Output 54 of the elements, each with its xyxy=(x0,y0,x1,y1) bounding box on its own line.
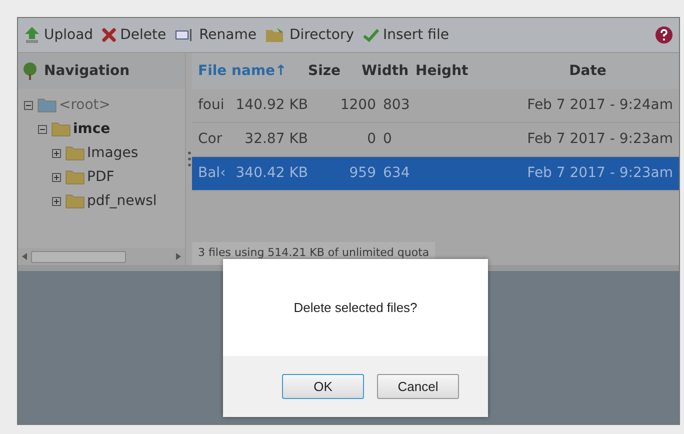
upload-arrow-icon xyxy=(24,26,40,44)
horizontal-scrollbar[interactable] xyxy=(18,248,185,265)
table-cell-text: foui xyxy=(198,96,226,115)
table-cell-text: 140.92 KB xyxy=(234,96,308,115)
dialog-message: Delete selected files? xyxy=(294,298,418,317)
table-cell-text: Bal‹ xyxy=(198,164,227,183)
column-header[interactable]: Date xyxy=(496,60,679,82)
folder-icon xyxy=(65,193,85,209)
table-cell-text: Feb 7 2017 - 9:24am xyxy=(526,96,674,115)
collapse-toggle-icon[interactable] xyxy=(38,124,47,134)
toolbar-button[interactable]: Delete xyxy=(102,24,166,46)
scroll-left-icon[interactable] xyxy=(22,253,27,260)
toolbar-button[interactable]: Rename xyxy=(175,24,256,46)
file-row[interactable]: foui 140.92 KB 1200 803 Feb 7 2017 - 9:24am xyxy=(192,89,679,123)
dialog-button[interactable]: Cancel xyxy=(377,374,459,399)
table-cell-text: 340.42 KB xyxy=(234,164,308,183)
toolbar-button[interactable]: Insert file xyxy=(363,24,449,46)
column-header[interactable]: Width xyxy=(340,60,409,82)
resize-handle-icon[interactable] xyxy=(188,150,190,168)
table-cell-text: 1200 xyxy=(339,96,376,115)
table-cell-text: Feb 7 2017 - 9:23am xyxy=(526,130,674,149)
table-cell-text: 0 xyxy=(366,130,376,149)
table-cell-text: 32.87 KB xyxy=(244,130,308,149)
toolbar-button[interactable]: Directory xyxy=(265,24,354,46)
folder-icon xyxy=(37,97,57,113)
folder-name[interactable]: pdf_newsl xyxy=(87,190,157,212)
expand-toggle-icon[interactable] xyxy=(52,196,61,206)
folder-name[interactable]: Images xyxy=(87,142,138,164)
table-cell-text: 0 xyxy=(382,130,393,149)
scroll-right-icon[interactable] xyxy=(176,253,181,260)
folder-icon xyxy=(65,169,85,185)
folder-icon xyxy=(51,121,71,137)
table-cell-text: 803 xyxy=(382,96,411,115)
dialog-button[interactable]: OK xyxy=(282,374,364,399)
folder-icon xyxy=(265,27,286,43)
column-header[interactable]: Height xyxy=(408,60,497,82)
tree-icon xyxy=(22,62,38,80)
file-row[interactable]: Bal‹ 340.42 KB 959 634 Feb 7 2017 - 9:23am xyxy=(192,157,679,191)
column-header[interactable]: Size xyxy=(308,60,341,82)
help-icon[interactable] xyxy=(655,26,673,44)
panel-title: Navigation xyxy=(44,62,130,80)
expand-toggle-icon[interactable] xyxy=(52,172,61,182)
folder-icon xyxy=(65,145,85,161)
table-cell-text: Feb 7 2017 - 9:23am xyxy=(526,164,674,183)
delete-icon xyxy=(102,28,116,42)
checkmark-icon xyxy=(363,28,380,42)
table-cell-text: Cor xyxy=(198,130,224,149)
folder-name[interactable]: imce xyxy=(73,118,110,140)
table-cell-text: 959 xyxy=(348,164,376,183)
toolbar-button[interactable]: Upload xyxy=(24,24,94,46)
folder-name[interactable]: PDF xyxy=(87,166,114,188)
table-cell-text: 634 xyxy=(382,164,411,183)
expand-toggle-icon[interactable] xyxy=(52,148,61,158)
collapse-toggle-icon[interactable] xyxy=(24,100,33,110)
